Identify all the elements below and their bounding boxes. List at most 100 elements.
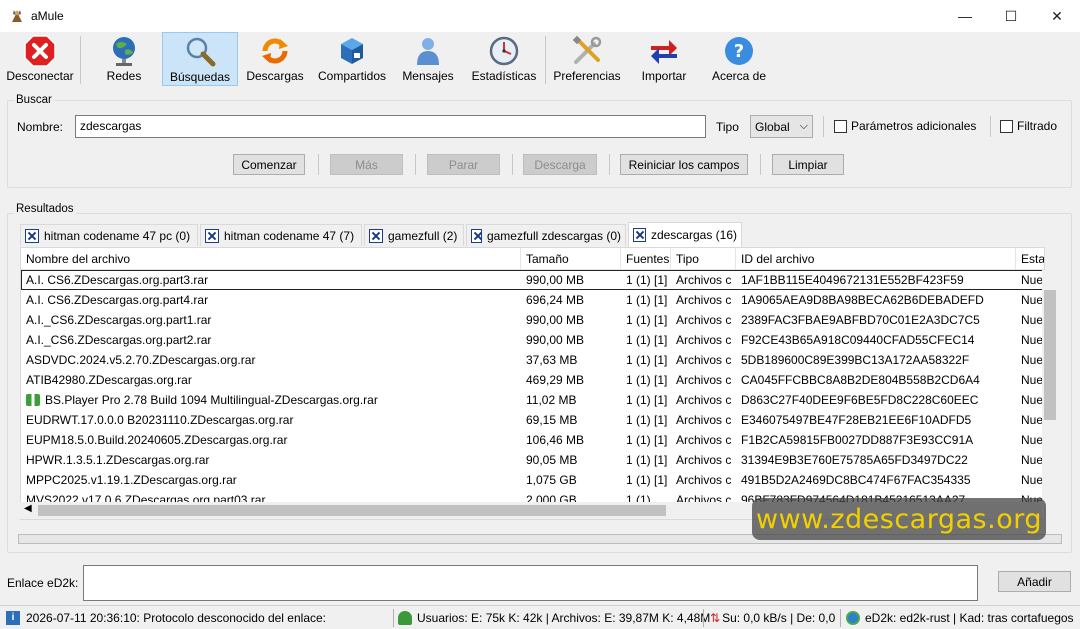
minimize-button[interactable]: —	[942, 0, 988, 32]
cell-name: HPWR.1.3.5.1.ZDescargas.org.rar	[26, 453, 210, 467]
table-row[interactable]: MPPC2025.v1.19.1.ZDescargas.org.rar 1,075…	[21, 470, 1044, 490]
cell-type: Archivos c	[676, 353, 732, 367]
tab-hitman-codename-47[interactable]: hitman codename 47 (7)	[200, 224, 362, 246]
preferences-button[interactable]: Preferencias	[552, 32, 622, 86]
cell-id: F92CE43B65A918C09440CFAD55CFEC14	[741, 333, 975, 347]
searches-button[interactable]: Búsquedas	[162, 32, 238, 86]
cell-size: 990,00 MB	[526, 333, 585, 347]
cell-type: Archivos c	[676, 293, 732, 307]
networks-button[interactable]: Redes	[94, 32, 154, 86]
cell-id: 2389FAC3FBAE9ABFBD70C01E2A3DC7C5	[741, 313, 980, 327]
svg-text:?: ?	[734, 41, 744, 62]
start-button[interactable]: Comenzar	[233, 154, 305, 175]
ed2k-link-input[interactable]	[83, 565, 978, 601]
table-row[interactable]: BS.Player Pro 2.78 Build 1094 Multilingu…	[21, 390, 1044, 410]
tab-gamezfull[interactable]: gamezfull (2)	[364, 224, 464, 246]
search-name-input[interactable]: zdescargas	[75, 115, 706, 138]
checkbox-box[interactable]	[834, 119, 847, 133]
close-tab-icon[interactable]	[25, 228, 39, 243]
scrollbar-thumb[interactable]	[1044, 290, 1056, 420]
status-users: Usuarios: E: 75k K: 42k | Archivos: E: 3…	[398, 608, 710, 628]
separator	[823, 116, 824, 137]
cell-type: Archivos c	[676, 393, 732, 407]
disconnect-button[interactable]: Desconectar	[4, 32, 76, 86]
separator	[318, 154, 319, 175]
column-header-sources[interactable]: Fuentes	[621, 248, 671, 270]
clear-button[interactable]: Limpiar	[772, 154, 844, 175]
separator	[990, 116, 991, 137]
info-icon: i	[6, 611, 20, 625]
results-list[interactable]: Nombre del archivo Tamaño Fuentes Tipo I…	[20, 247, 1045, 520]
tab-hitman-codename-47-pc[interactable]: hitman codename 47 pc (0)	[20, 224, 198, 246]
table-row[interactable]: ATIB42980.ZDescargas.org.rar 469,29 MB 1 (…	[21, 370, 1044, 390]
column-header-file-id[interactable]: ID del archivo	[736, 248, 1016, 270]
cell-status: Nue	[1021, 373, 1044, 387]
results-vertical-scrollbar[interactable]	[1042, 270, 1059, 504]
cell-id: 1A9065AEA9D8BA98BECA62B6DEBADEFD	[741, 293, 984, 307]
status-bar: i 2026-07-11 20:36:10: Protocolo descono…	[0, 605, 1080, 629]
table-row[interactable]: A.I. CS6.ZDescargas.org.part4.rar 696,24 …	[21, 290, 1044, 310]
tab-zdescargas[interactable]: zdescargas (16)	[628, 222, 742, 247]
column-header-filename[interactable]: Nombre del archivo	[21, 248, 521, 270]
status-network: eD2k: ed2k-rust | Kad: tras cortafuegos	[846, 608, 1074, 628]
table-row[interactable]: EUPM18.5.0.Build.20240605.ZDescargas.org…	[21, 430, 1044, 450]
table-row[interactable]: A.I._CS6.ZDescargas.org.part2.rar 990,00 …	[21, 330, 1044, 350]
reset-fields-button[interactable]: Reiniciar los campos	[620, 154, 748, 175]
cell-status: Nue	[1021, 293, 1044, 307]
scrollbar-thumb[interactable]	[38, 505, 666, 516]
table-row[interactable]: A.I._CS6.ZDescargas.org.part1.rar 990,00 …	[21, 310, 1044, 330]
downloads-button[interactable]: Descargas	[244, 32, 306, 86]
toolbar-separator	[80, 36, 81, 84]
cell-name: ASDVDC.2024.v5.2.70.ZDescargas.org.rar	[26, 353, 256, 367]
checkbox-box[interactable]	[1000, 119, 1013, 133]
column-header-type[interactable]: Tipo	[671, 248, 736, 270]
network-globe-icon	[846, 611, 860, 625]
cell-name: A.I. CS6.ZDescargas.org.part3.rar	[26, 273, 209, 287]
download-button[interactable]: Descarga	[523, 154, 597, 175]
status-log: i 2026-07-11 20:36:10: Protocolo descono…	[6, 608, 326, 628]
more-button[interactable]: Más	[330, 154, 403, 175]
scroll-left-icon[interactable]: ◀	[24, 503, 32, 514]
stop-button[interactable]: Parar	[427, 154, 500, 175]
about-button[interactable]: ? Acerca de	[706, 32, 772, 86]
column-header-status[interactable]: Estado	[1016, 248, 1044, 270]
cell-size: 106,46 MB	[526, 433, 585, 447]
messages-button[interactable]: Mensajes	[398, 32, 458, 86]
filtered-checkbox[interactable]: Filtrado	[1000, 119, 1057, 133]
column-header-size[interactable]: Tamaño	[521, 248, 621, 270]
type-select[interactable]: Global ⌵	[750, 115, 813, 138]
add-link-button[interactable]: Añadir	[998, 571, 1071, 592]
close-tab-icon[interactable]	[205, 228, 219, 243]
table-row[interactable]: EUDRWT.17.0.0.0 B20231110.ZDescargas.org…	[21, 410, 1044, 430]
cell-sources: 1 (1) [1]	[626, 453, 668, 467]
cell-size: 696,24 MB	[526, 293, 585, 307]
cell-size: 990,00 MB	[526, 273, 585, 287]
shared-button[interactable]: Compartidos	[314, 32, 390, 86]
cell-id: F1B2CA59815FB0027DD887F3E93CC91A	[741, 433, 974, 447]
close-tab-icon[interactable]	[471, 228, 482, 243]
import-button[interactable]: Importar	[634, 32, 694, 86]
close-button[interactable]: ✕	[1034, 0, 1080, 32]
cell-type: Archivos c	[676, 273, 732, 287]
statistics-button[interactable]: Estadísticas	[468, 32, 540, 86]
status-separator	[840, 609, 841, 627]
maximize-button[interactable]: ☐	[988, 0, 1034, 32]
transfer-arrows-icon: ⇅	[710, 611, 721, 625]
amule-logo-icon	[12, 10, 22, 22]
cell-size: 90,05 MB	[526, 453, 578, 467]
table-row[interactable]: A.I. CS6.ZDescargas.org.part3.rar 990,00 …	[21, 270, 1044, 290]
tab-gamezfull-zdescargas[interactable]: gamezfull zdescargas (0)	[466, 224, 626, 246]
cell-name: EUDRWT.17.0.0.0 B20231110.ZDescargas.org…	[26, 413, 294, 427]
table-row[interactable]: ASDVDC.2024.v5.2.70.ZDescargas.org.rar 37…	[21, 350, 1044, 370]
separator	[415, 154, 416, 175]
close-tab-icon[interactable]	[369, 228, 383, 243]
status-separator	[393, 609, 394, 627]
table-row[interactable]: HPWR.1.3.5.1.ZDescargas.org.rar 90,05 MB 1…	[21, 450, 1044, 470]
cell-status: Nue	[1021, 473, 1044, 487]
watermark: www.zdescargas.org	[752, 498, 1046, 540]
cell-size: 37,63 MB	[526, 353, 578, 367]
extra-params-checkbox[interactable]: Parámetros adicionales	[834, 119, 976, 133]
status-transfer-rate: ⇅ Su: 0,0 kB/s | De: 0,0	[710, 611, 836, 625]
close-tab-icon[interactable]	[633, 228, 646, 242]
cell-type: Archivos c	[676, 433, 732, 447]
